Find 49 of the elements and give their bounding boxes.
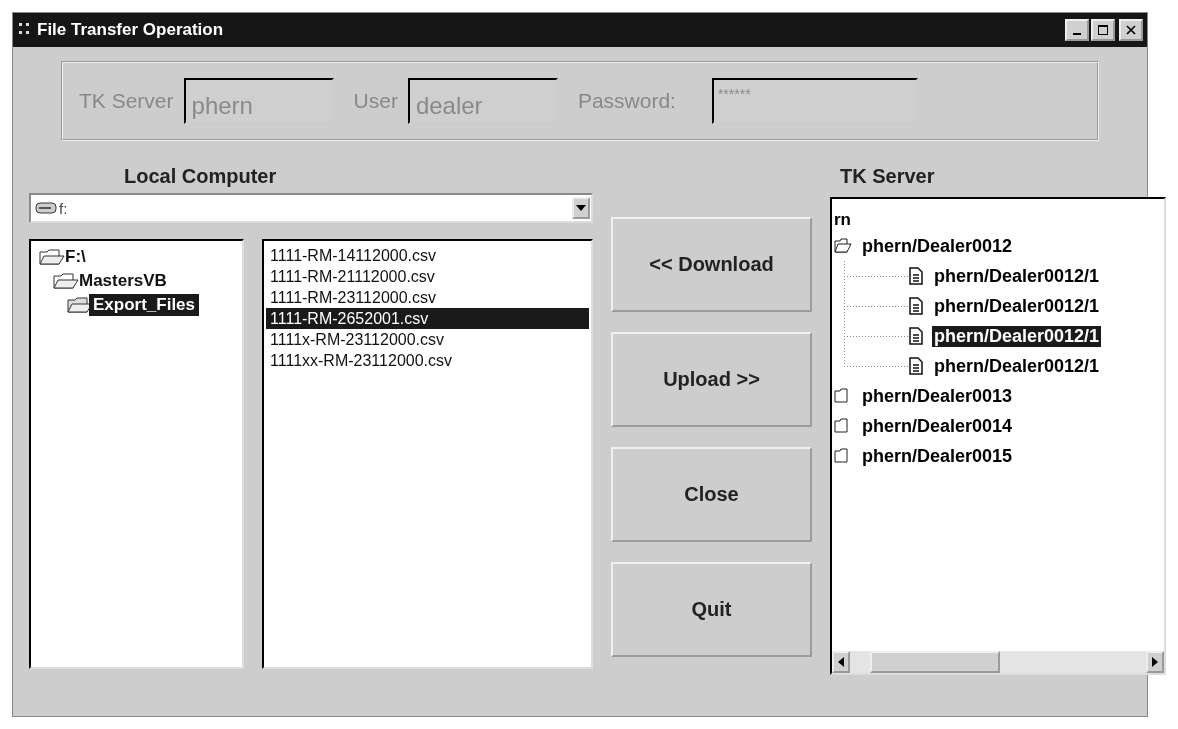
section-heading: Local Computer [124,165,278,189]
field-label: Password: [577,89,676,113]
document-icon [908,327,924,345]
action-button[interactable]: << Download [611,217,812,312]
minimize-button[interactable] [1065,19,1089,41]
file-item[interactable]: 1111x-RM-23112000.csv [266,329,589,350]
folder-item[interactable]: F:\ [61,246,90,268]
action-button[interactable]: Close [611,447,812,542]
tree-item[interactable]: phern/Dealer0014 [860,415,1015,437]
maximize-icon [1098,25,1108,35]
tree-item[interactable]: phern/Dealer0012/1 [932,355,1102,377]
file-item[interactable]: 1111xx-RM-23112000.csv [266,350,589,371]
document-icon [908,357,924,375]
file-item[interactable]: 1111-RM-2652001.csv [266,308,589,329]
scroll-right-button[interactable] [1146,651,1164,673]
app-icon [19,23,31,37]
scroll-thumb[interactable] [870,651,1000,673]
file-item[interactable]: 1111-RM-14112000.csv [266,245,589,266]
tree-item[interactable]: phern/Dealer0015 [860,445,1015,467]
close-button[interactable] [1119,19,1143,41]
document-icon [908,297,924,315]
file-item[interactable]: 1111-RM-21112000.csv [266,266,589,287]
folder-item[interactable]: MastersVB [75,270,171,292]
folder-item[interactable]: Export_Files [89,294,200,316]
maximize-button[interactable] [1091,19,1115,41]
file-item[interactable]: 1111-RM-23112000.csv [266,287,589,308]
tree-item[interactable]: phern/Dealer0013 [860,385,1015,407]
tree-item: rn [833,209,852,231]
section-heading: TK Server [840,165,936,189]
tree-item[interactable]: phern/Dealer0012/1 [932,295,1102,317]
tree-item[interactable]: phern/Dealer0012/1 [932,325,1102,347]
right-arrow-icon [1152,657,1158,667]
minimize-icon [1073,33,1081,35]
left-arrow-icon [838,657,844,667]
tree-item[interactable]: phern/Dealer0012 [860,235,1015,257]
action-button[interactable]: Upload >> [611,332,812,427]
tree-line [844,291,908,321]
window-title: File Transfer Operation [37,20,224,40]
drive-icon [35,202,57,214]
horizontal-scrollbar[interactable] [832,651,1164,673]
tree-item[interactable]: phern/Dealer0012/1 [932,265,1102,287]
tree-line [844,261,908,291]
drive-dropdown[interactable]: f: [29,193,593,223]
close-icon [1126,25,1136,35]
field-label: User [353,89,398,113]
action-button[interactable]: Quit [611,562,812,657]
document-icon [908,267,924,285]
field-label: TK Server [79,89,174,113]
scroll-left-button[interactable] [832,651,850,673]
